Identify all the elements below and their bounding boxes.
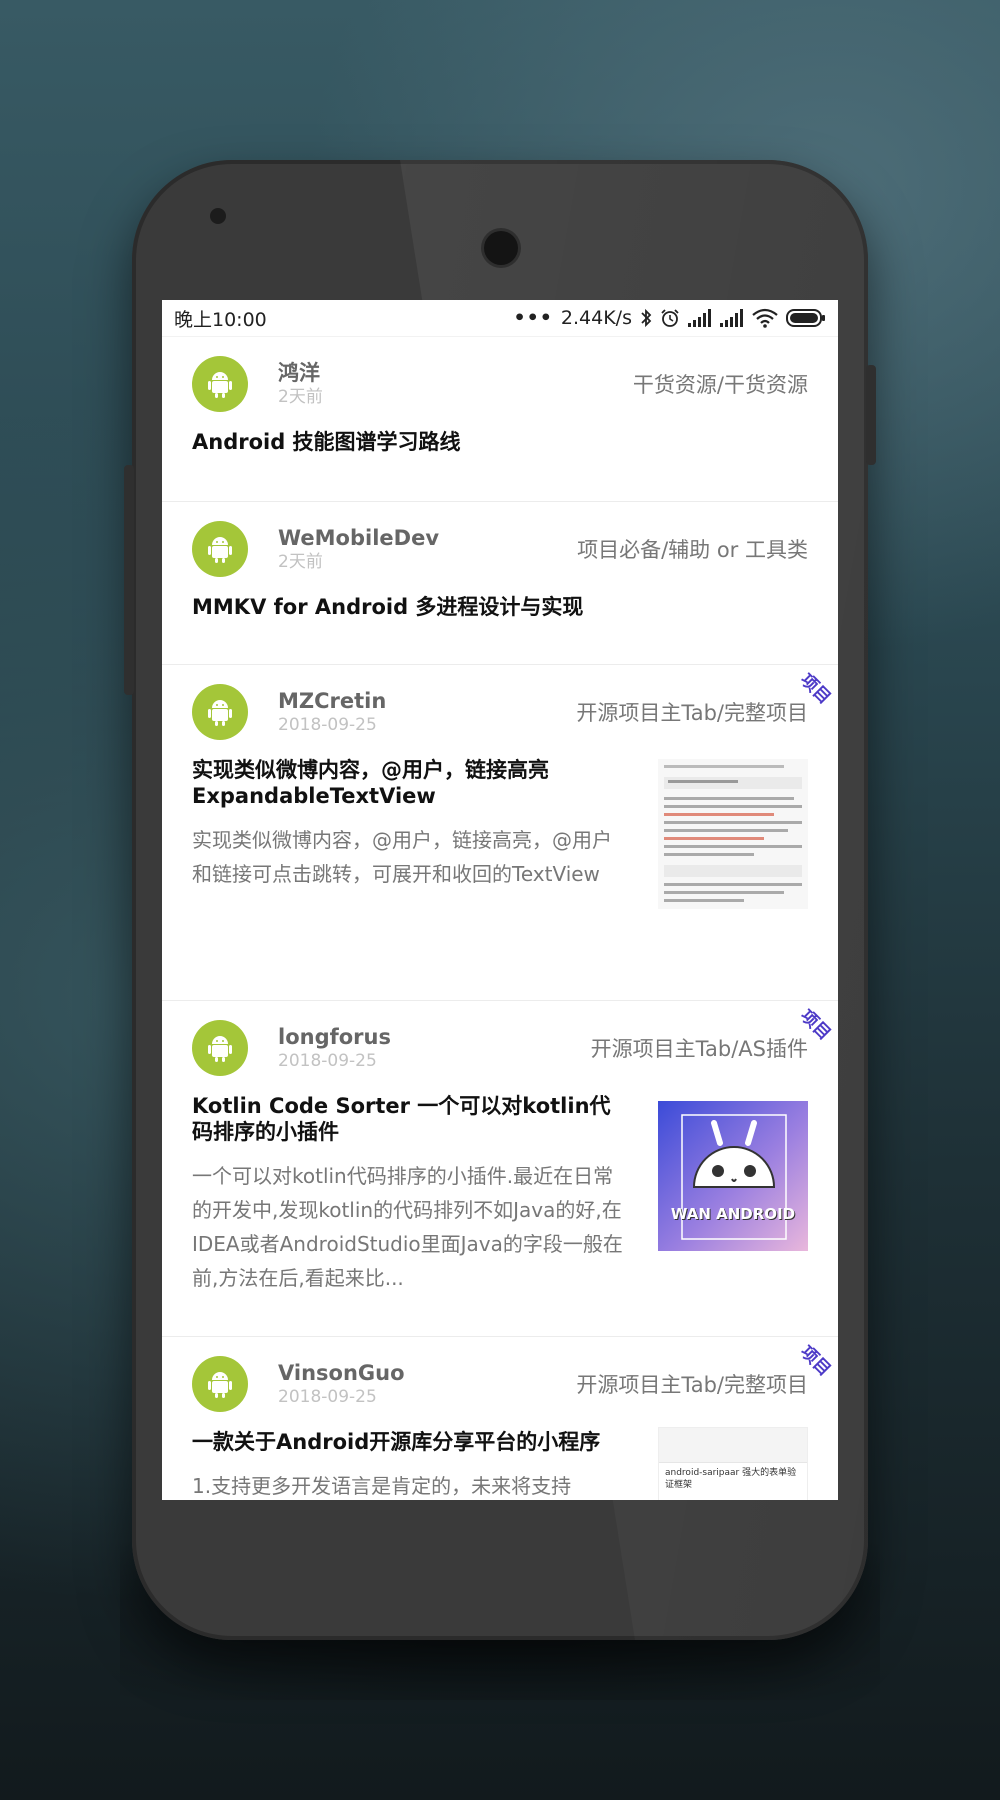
publish-time: 2018-09-25 [278,1051,377,1071]
thumbnail-label: WAN ANDROID [670,1205,796,1223]
app-screenshot-thumbnail[interactable]: android-saripaar 强大的表单验证框架 [658,1427,808,1500]
chapter-label[interactable]: 开源项目主Tab/AS插件 [591,1033,808,1063]
chapter-label[interactable]: 开源项目主Tab/完整项目 [576,697,808,727]
chapter-label[interactable]: 项目必备/辅助 or 工具类 [577,534,808,564]
status-time: 晚上10:00 [174,308,267,331]
thumbnail-image [658,759,808,909]
article-card[interactable]: WeMobileDev 2天前 项目必备/辅助 or 工具类 MMKV for … [162,502,838,665]
battery-icon [786,309,825,327]
bluetooth-icon [641,308,652,328]
article-title[interactable]: MMKV for Android 多进程设计与实现 [192,594,808,620]
chapter-label[interactable]: 开源项目主Tab/完整项目 [576,1369,808,1399]
volume-button[interactable] [124,465,134,695]
author-name[interactable]: 鸿洋 [278,360,323,386]
author-name[interactable]: longforus [278,1024,391,1050]
android-avatar-icon[interactable] [192,356,248,412]
power-button[interactable] [866,365,876,465]
signal-icon [688,309,711,327]
android-avatar-icon[interactable] [192,521,248,577]
status-bar: 晚上10:00 ••• 2.44K/s [162,300,838,337]
wan-android-thumbnail[interactable]: WAN ANDROID [658,1101,808,1251]
network-speed: 2.44K/s [560,307,632,329]
article-description[interactable]: 实现类似微博内容，@用户，链接高亮，@用户和链接可点击跳转，可展开和收回的Tex… [192,823,628,891]
more-notifications-icon: ••• [513,307,553,329]
article-card[interactable]: 鸿洋 2天前 干货资源/干货资源 Android 技能图谱学习路线 [162,337,838,502]
article-title[interactable]: 实现类似微博内容，@用户，链接高亮ExpandableTextView [192,757,628,809]
author-name[interactable]: MZCretin [278,688,386,714]
article-card[interactable]: 项目 longforus 2018-09-25 开源项目主Tab/AS插件 Ko… [162,1001,838,1337]
publish-time: 2天前 [278,552,323,572]
android-avatar-icon[interactable] [192,684,248,740]
article-description[interactable]: 一个可以对kotlin代码排序的小插件.最近在日常的开发中,发现kotlin的代… [192,1159,628,1295]
thumbnail-header [659,1428,807,1463]
article-title[interactable]: Kotlin Code Sorter 一个可以对kotlin代码排序的小插件 [192,1093,628,1145]
publish-time: 2018-09-25 [278,715,377,735]
text-screenshot-thumbnail[interactable] [658,759,808,909]
author-name[interactable]: VinsonGuo [278,1360,405,1386]
android-avatar-icon[interactable] [192,1356,248,1412]
article-card[interactable]: 项目 MZCretin 2018-09-25 开源项目主Tab/完整项目 实现类… [162,665,838,1001]
alarm-icon [661,309,679,327]
wan-android-logo-icon [658,1101,808,1251]
article-title[interactable]: 一款关于Android开源库分享平台的小程序 [192,1429,628,1455]
publish-time: 2天前 [278,387,323,407]
publish-time: 2018-09-25 [278,1387,377,1407]
front-camera [484,231,518,265]
signal-icon [720,309,743,327]
app-screen: 晚上10:00 ••• 2.44K/s 鸿洋 2天前 干货资源/干货资源 And… [162,300,838,1500]
thumbnail-caption: android-saripaar 强大的表单验证框架 [665,1468,797,1490]
article-card[interactable]: 项目 VinsonGuo 2018-09-25 开源项目主Tab/完整项目 一款… [162,1337,838,1500]
wifi-icon [752,308,778,328]
proximity-sensor [210,208,226,224]
article-description[interactable]: 1.支持更多开发语言是肯定的，未来将支持 [192,1469,628,1500]
chapter-label[interactable]: 干货资源/干货资源 [633,369,808,399]
author-name[interactable]: WeMobileDev [278,525,439,551]
article-title[interactable]: Android 技能图谱学习路线 [192,429,808,455]
android-avatar-icon[interactable] [192,1020,248,1076]
